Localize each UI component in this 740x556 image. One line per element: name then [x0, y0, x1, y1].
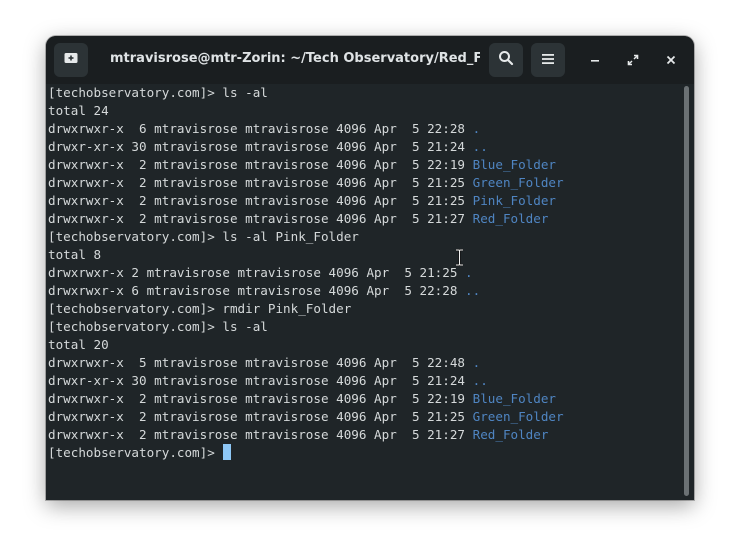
- terminal-line: drwxrwxr-x 6 mtravisrose mtravisrose 409…: [48, 120, 684, 138]
- line-text: drwxr-xr-x 30 mtravisrose mtravisrose 40…: [48, 373, 473, 388]
- line-text: total 8: [48, 247, 102, 262]
- directory-name: .: [472, 355, 481, 370]
- search-icon: [498, 50, 514, 70]
- terminal-line: [techobservatory.com]> ls -al: [48, 84, 684, 102]
- directory-name: Red_Folder: [472, 211, 549, 226]
- terminal-line: drwxr-xr-x 30 mtravisrose mtravisrose 40…: [48, 372, 684, 390]
- terminal-line: drwxrwxr-x 2 mtravisrose mtravisrose 409…: [48, 390, 684, 408]
- directory-name: .: [465, 265, 473, 280]
- terminal-line: drwxrwxr-x 6 mtravisrose mtravisrose 409…: [48, 282, 684, 300]
- terminal-line: [techobservatory.com]> rmdir Pink_Folder: [48, 300, 684, 318]
- directory-name: ..: [472, 373, 488, 388]
- line-text: drwxrwxr-x 2 mtravisrose mtravisrose 409…: [48, 391, 473, 406]
- new-tab-icon: [63, 50, 79, 70]
- search-button[interactable]: [489, 43, 523, 77]
- line-text: drwxrwxr-x 2 mtravisrose mtravisrose 409…: [48, 265, 466, 280]
- window-title: mtravisrose@mtr-Zorin: ~/Tech Observator…: [110, 51, 480, 66]
- directory-name: Blue_Folder: [472, 157, 557, 172]
- maximize-button[interactable]: [621, 48, 645, 72]
- terminal-line: [techobservatory.com]> ls -al Pink_Folde…: [48, 228, 684, 246]
- terminal-line: total 24: [48, 102, 684, 120]
- terminal-line: drwxrwxr-x 2 mtravisrose mtravisrose 409…: [48, 174, 684, 192]
- line-text: total 24: [48, 103, 109, 118]
- terminal-output[interactable]: [techobservatory.com]> ls -al total 24 drw…: [46, 84, 684, 500]
- directory-name: ..: [465, 283, 481, 298]
- directory-name: Red_Folder: [472, 427, 549, 442]
- terminal-line: drwxrwxr-x 5 mtravisrose mtravisrose 409…: [48, 354, 684, 372]
- title-bar[interactable]: mtravisrose@mtr-Zorin: ~/Tech Observator…: [46, 36, 694, 84]
- shell-prompt: [techobservatory.com]>: [48, 445, 223, 460]
- terminal-window: mtravisrose@mtr-Zorin: ~/Tech Observator…: [46, 36, 694, 500]
- line-text: [techobservatory.com]> ls -al Pink_Folde…: [48, 229, 359, 244]
- directory-name: Pink_Folder: [472, 193, 557, 208]
- directory-name: ..: [472, 139, 488, 154]
- new-tab-button[interactable]: [54, 43, 88, 77]
- prompt-line[interactable]: [techobservatory.com]>: [48, 444, 684, 462]
- line-text: total 20: [48, 337, 109, 352]
- terminal-line: drwxrwxr-x 2 mtravisrose mtravisrose 409…: [48, 264, 684, 282]
- menu-button[interactable]: [531, 43, 565, 77]
- terminal-line: total 20: [48, 336, 684, 354]
- terminal-line: [techobservatory.com]> ls -al: [48, 318, 684, 336]
- line-text: drwxrwxr-x 2 mtravisrose mtravisrose 409…: [48, 175, 473, 190]
- close-icon: [665, 51, 677, 70]
- line-text: drwxrwxr-x 2 mtravisrose mtravisrose 409…: [48, 427, 473, 442]
- text-cursor-icon: [455, 248, 464, 267]
- directory-name: Green_Folder: [472, 409, 564, 424]
- line-text: drwxrwxr-x 6 mtravisrose mtravisrose 409…: [48, 283, 466, 298]
- directory-name: Green_Folder: [472, 175, 564, 190]
- minimize-icon: [589, 51, 601, 70]
- terminal-line: drwxrwxr-x 2 mtravisrose mtravisrose 409…: [48, 210, 684, 228]
- terminal-line: drwxr-xr-x 30 mtravisrose mtravisrose 40…: [48, 138, 684, 156]
- directory-name: Blue_Folder: [472, 391, 557, 406]
- scrollbar[interactable]: [684, 86, 689, 496]
- line-text: [techobservatory.com]> rmdir Pink_Folder: [48, 301, 352, 316]
- maximize-icon: [627, 51, 639, 70]
- directory-name: .: [472, 121, 481, 136]
- hamburger-menu-icon: [541, 51, 555, 70]
- line-text: drwxrwxr-x 2 mtravisrose mtravisrose 409…: [48, 193, 473, 208]
- terminal-line: total 8: [48, 246, 684, 264]
- close-button[interactable]: [659, 48, 683, 72]
- line-text: drwxrwxr-x 2 mtravisrose mtravisrose 409…: [48, 409, 473, 424]
- line-text: [techobservatory.com]> ls -al: [48, 85, 268, 100]
- terminal-line: drwxrwxr-x 2 mtravisrose mtravisrose 409…: [48, 156, 684, 174]
- line-text: drwxr-xr-x 30 mtravisrose mtravisrose 40…: [48, 139, 473, 154]
- line-text: drwxrwxr-x 2 mtravisrose mtravisrose 409…: [48, 211, 473, 226]
- terminal-line: drwxrwxr-x 2 mtravisrose mtravisrose 409…: [48, 426, 684, 444]
- minimize-button[interactable]: [583, 48, 607, 72]
- terminal-line: drwxrwxr-x 2 mtravisrose mtravisrose 409…: [48, 408, 684, 426]
- line-text: drwxrwxr-x 6 mtravisrose mtravisrose 409…: [48, 121, 473, 136]
- line-text: [techobservatory.com]> ls -al: [48, 319, 268, 334]
- line-text: drwxrwxr-x 2 mtravisrose mtravisrose 409…: [48, 157, 473, 172]
- line-text: drwxrwxr-x 5 mtravisrose mtravisrose 409…: [48, 355, 473, 370]
- terminal-line: drwxrwxr-x 2 mtravisrose mtravisrose 409…: [48, 192, 684, 210]
- terminal-cursor: [223, 444, 232, 460]
